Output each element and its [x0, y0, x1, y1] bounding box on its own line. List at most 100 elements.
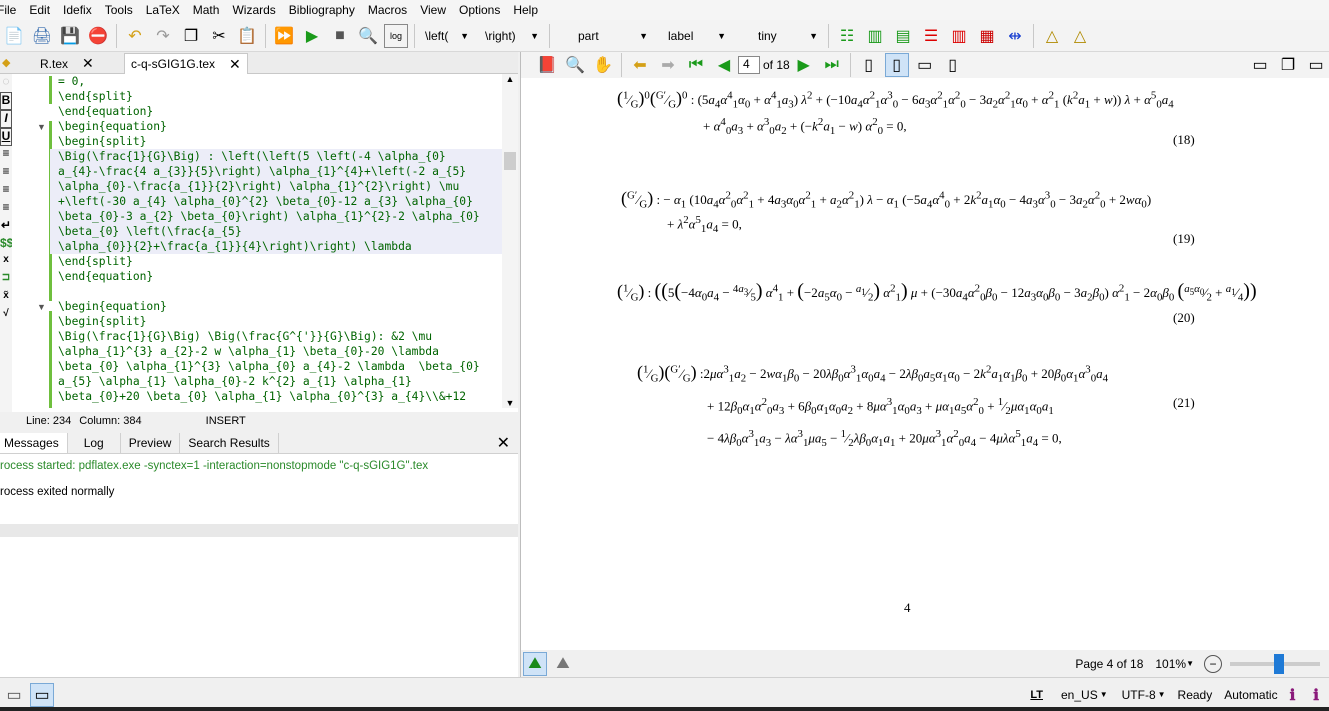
code-line[interactable]: \beta_{0}-3 a_{2} \beta_{0}\right) \alph…	[50, 209, 502, 224]
code-line[interactable]: \Big(\frac{1}{G}\Big) \Big(\frac{G^{'}}{…	[50, 329, 502, 344]
code-line[interactable]: \begin{equation}	[50, 299, 502, 314]
sync-icon[interactable]: ⛰	[523, 651, 547, 676]
compile-icon[interactable]: ▶	[300, 24, 324, 48]
bookmark-2-icon[interactable]: ℹ	[1313, 686, 1319, 704]
code-line[interactable]: \beta_{0} \alpha_{1}^{3} \alpha_{0} a_{4…	[50, 359, 502, 374]
structure-view-icon[interactable]: ▭	[2, 683, 26, 707]
underline-icon[interactable]: U	[0, 128, 12, 146]
code-line[interactable]	[50, 284, 502, 299]
table-add-column-icon[interactable]: ▥	[863, 24, 887, 48]
log-icon[interactable]: log	[384, 23, 408, 48]
warning-icon[interactable]: △	[1040, 24, 1064, 48]
zoom-slider[interactable]	[1230, 653, 1320, 674]
code-line[interactable]: \begin{equation}	[50, 119, 502, 134]
table-remove-row-icon[interactable]: ☰	[919, 24, 943, 48]
previous-page-icon[interactable]: ◀	[712, 53, 736, 77]
newline-icon[interactable]: ↵	[0, 218, 12, 236]
table-cursor-icon[interactable]: ▦	[975, 24, 999, 48]
math-mode-icon[interactable]: $$	[0, 236, 13, 254]
code-line[interactable]: \end{equation}	[50, 269, 502, 284]
last-page-icon[interactable]: ⏭	[820, 53, 844, 77]
menu-bibliography[interactable]: Bibliography	[283, 3, 362, 17]
two-pages-icon[interactable]: ▭	[913, 53, 937, 77]
code-editor[interactable]: = 0, \end{split} \end{equation} \begin{equa…	[50, 74, 502, 408]
left-delimiter-select[interactable]: \left(▼	[419, 24, 475, 47]
zoom-level[interactable]: 101%	[1155, 657, 1186, 671]
menu-options[interactable]: Options	[453, 3, 507, 17]
menu-math[interactable]: Math	[187, 3, 227, 17]
language-select[interactable]: en_US	[1061, 688, 1098, 702]
copy-icon[interactable]: ❐	[179, 24, 203, 48]
new-file-icon[interactable]: 📄	[2, 24, 26, 48]
tab-preview[interactable]: Preview	[121, 432, 181, 453]
warning-next-icon[interactable]: △	[1068, 24, 1092, 48]
code-line[interactable]: +\left(-30 a_{4} \alpha_{0}^{2} \beta_{0…	[50, 194, 502, 209]
menu-latex[interactable]: LaTeX	[140, 3, 187, 17]
paste-icon[interactable]: 📋	[235, 24, 259, 48]
restore-icon[interactable]: ❐	[1276, 53, 1300, 77]
code-line[interactable]: \end{split}	[50, 254, 502, 269]
right-delimiter-select[interactable]: \right) ▼	[479, 24, 545, 47]
cut-icon[interactable]: ✂	[207, 24, 231, 48]
align-left-icon[interactable]: ≡	[0, 146, 12, 164]
language-tool-icon[interactable]: LT	[1030, 689, 1043, 701]
align-right-icon[interactable]: ≡	[0, 182, 12, 200]
code-line[interactable]: \Big(\frac{1}{G}\Big) : \left(\left(5 \l…	[50, 149, 502, 164]
frac-icon[interactable]: x̃	[0, 290, 12, 308]
single-page-icon[interactable]: ▯	[857, 53, 881, 77]
scroll-down-icon[interactable]: ▼	[502, 398, 518, 408]
open-file-icon[interactable]: 🖨	[30, 24, 54, 48]
forward-icon[interactable]: ➡	[656, 53, 680, 77]
part-select[interactable]: part ▼	[554, 24, 654, 47]
subscript-icon[interactable]: x	[0, 254, 12, 272]
tab-nav-icon[interactable]: ◆	[2, 56, 10, 69]
menu-view[interactable]: View	[414, 3, 453, 17]
code-line[interactable]: \begin{split}	[50, 134, 502, 149]
scrollbar-thumb[interactable]	[504, 152, 516, 170]
menu-help[interactable]: Help	[507, 3, 545, 17]
minimize-icon[interactable]: ▭	[1248, 53, 1272, 77]
code-line[interactable]: \alpha_{1}^{3} a_{2}-2 w \alpha_{1} \bet…	[50, 344, 502, 359]
align-center-icon[interactable]: ≡	[0, 164, 12, 182]
table-insert-icon[interactable]: ▤	[891, 24, 915, 48]
hand-icon[interactable]: ✋	[591, 53, 615, 77]
code-line[interactable]: \end{equation}	[50, 104, 502, 119]
pdf-document-icon[interactable]: 📕	[535, 53, 559, 77]
code-line[interactable]: = 0,	[50, 74, 502, 89]
fold-icon[interactable]: ▼	[37, 302, 46, 312]
tab-search-results[interactable]: Search Results	[180, 432, 279, 453]
code-line[interactable]: \begin{split}	[50, 314, 502, 329]
menu-edit[interactable]: Edit	[23, 3, 57, 17]
messages-view-icon[interactable]: ▭	[30, 682, 54, 707]
first-page-icon[interactable]: ⏮	[684, 53, 708, 77]
italic-icon[interactable]: I	[0, 110, 12, 128]
superscript-icon[interactable]: ⊐	[0, 272, 12, 290]
menu-macros[interactable]: Macros	[362, 3, 414, 17]
sync-off-icon[interactable]: ⛰	[551, 652, 575, 676]
bold-icon[interactable]: B	[0, 92, 12, 110]
close-icon[interactable]: ✕	[497, 433, 510, 453]
tab-c-q-sgig1g[interactable]: c-q-sGIG1G.tex ✕	[124, 53, 248, 74]
code-line[interactable]: \end{split}	[50, 89, 502, 104]
encoding-select[interactable]: UTF-8	[1122, 688, 1156, 702]
zoom-out-icon[interactable]: −	[1204, 654, 1222, 673]
editor-scrollbar[interactable]: ▲ ▼	[502, 74, 518, 408]
tab-messages[interactable]: Messages	[0, 432, 68, 453]
sqrt-icon[interactable]: √	[0, 308, 12, 326]
code-line[interactable]: \alpha_{0}}{2}+\frac{a_{1}}{4}\right)\ri…	[50, 239, 502, 254]
bookmark-icon[interactable]: ℹ	[1290, 686, 1296, 704]
size-select[interactable]: tiny ▼	[738, 24, 824, 47]
label-select[interactable]: label ▼	[662, 24, 732, 47]
continuous-icon[interactable]: ▯	[884, 53, 909, 77]
tab-log[interactable]: Log	[68, 432, 121, 453]
code-line[interactable]: a_{5} \alpha_{1} \alpha_{0}-2 k^{2} a_{1…	[50, 374, 502, 389]
maximize-icon[interactable]: ▭	[1304, 53, 1328, 77]
next-page-icon[interactable]: ▶	[792, 53, 816, 77]
zoom-slider-handle[interactable]	[1274, 653, 1284, 674]
view-icon[interactable]: 🔍	[356, 24, 380, 48]
code-line[interactable]: \beta_{0}+20 \beta_{0} \alpha_{1} \alpha…	[50, 389, 502, 404]
ghost-icon[interactable]: ◌	[0, 74, 12, 92]
table-remove-column-icon[interactable]: ▥	[947, 24, 971, 48]
code-line[interactable]: a_{4}-\frac{4 a_{3}}{5}\right) \alpha_{1…	[50, 164, 502, 179]
align-justify-icon[interactable]: ≡	[0, 200, 12, 218]
